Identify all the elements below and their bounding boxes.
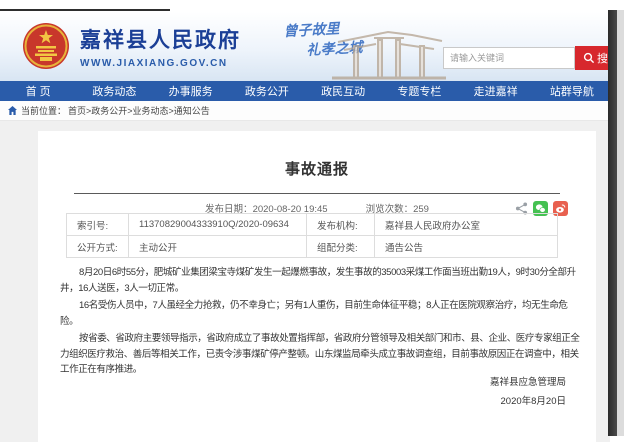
disclosure-mode-label: 公开方式: [67, 236, 129, 258]
main-nav: 首 页 政务动态 办事服务 政务公开 政民互动 专题专栏 走进嘉祥 站群导航 [0, 81, 610, 101]
page: 嘉祥县人民政府 WWW.JIAXIANG.GOV.CN 曾子故里 礼孝之城 [0, 0, 624, 442]
screenshot-edge-right-light [617, 10, 624, 436]
article-body: 8月20日6时55分，肥城矿业集团梁宝寺煤矿发生一起爆燃事故，发生事故的3500… [60, 265, 580, 380]
signature-org: 嘉祥县应急管理局 [490, 373, 566, 392]
issuing-agency-value: 嘉祥县人民政府办公室 [375, 214, 558, 236]
nav-item-about-jiaxiang[interactable]: 走进嘉祥 [458, 83, 534, 99]
screenshot-edge-right-dark [608, 10, 617, 436]
issuing-agency-label: 发布机构: [307, 214, 375, 236]
category-label: 组配分类: [307, 236, 375, 258]
table-row: 公开方式: 主动公开 组配分类: 通告公告 [67, 236, 558, 258]
article-paragraph: 8月20日6时55分，肥城矿业集团梁宝寺煤矿发生一起爆燃事故，发生事故的3500… [60, 265, 580, 296]
site-search: 搜索 [443, 47, 624, 70]
site-url: WWW.JIAXIANG.GOV.CN [80, 58, 241, 69]
search-icon [583, 52, 595, 64]
breadcrumb-label: 当前位置： [21, 104, 66, 117]
national-emblem-logo [22, 22, 70, 70]
document-info-table: 索引号: 11370829004333910Q/2020-09634 发布机构:… [66, 213, 558, 258]
nav-item-interaction[interactable]: 政民互动 [305, 83, 381, 99]
archway-image [330, 26, 448, 80]
site-header: 嘉祥县人民政府 WWW.JIAXIANG.GOV.CN 曾子故里 礼孝之城 [0, 12, 610, 81]
nav-item-site-navigation[interactable]: 站群导航 [534, 83, 610, 99]
search-input[interactable] [443, 47, 575, 69]
nav-item-services[interactable]: 办事服务 [153, 83, 229, 99]
article-paragraph: 按省委、省政府主要领导指示，省政府成立了事故处置指挥部，省政府分管领导及相关部门… [60, 331, 580, 378]
article-paragraph: 16名受伤人员中，7人虽经全力抢救，仍不幸身亡；另有1人重伤，目前生命体征平稳；… [60, 298, 580, 329]
article-card: 事故通报 发布日期：2020-08-20 19:45浏览次数：259 [38, 131, 596, 442]
index-number-label: 索引号: [67, 214, 129, 236]
title-divider [74, 193, 560, 194]
nav-item-disclosure[interactable]: 政务公开 [229, 83, 305, 99]
signature-date: 2020年8月20日 [490, 392, 566, 411]
index-number-value: 11370829004333910Q/2020-09634 [129, 214, 307, 236]
site-title: 嘉祥县人民政府 [80, 24, 241, 54]
category-value: 通告公告 [375, 236, 558, 258]
table-row: 索引号: 11370829004333910Q/2020-09634 发布机构:… [67, 214, 558, 236]
home-icon [8, 106, 17, 115]
nav-item-special-columns[interactable]: 专题专栏 [381, 83, 457, 99]
article-signature: 嘉祥县应急管理局 2020年8月20日 [490, 373, 566, 411]
article-title: 事故通报 [38, 131, 596, 179]
breadcrumb: 当前位置： 首页>政务公开>业务动态>通知公告 [0, 101, 610, 121]
nav-item-home[interactable]: 首 页 [0, 83, 76, 99]
breadcrumb-path[interactable]: 首页>政务公开>业务动态>通知公告 [68, 104, 210, 117]
nav-item-gov-news[interactable]: 政务动态 [76, 83, 152, 99]
disclosure-mode-value: 主动公开 [129, 236, 307, 258]
screenshot-edge-top [0, 9, 170, 11]
site-identity: 嘉祥县人民政府 WWW.JIAXIANG.GOV.CN [80, 24, 241, 69]
